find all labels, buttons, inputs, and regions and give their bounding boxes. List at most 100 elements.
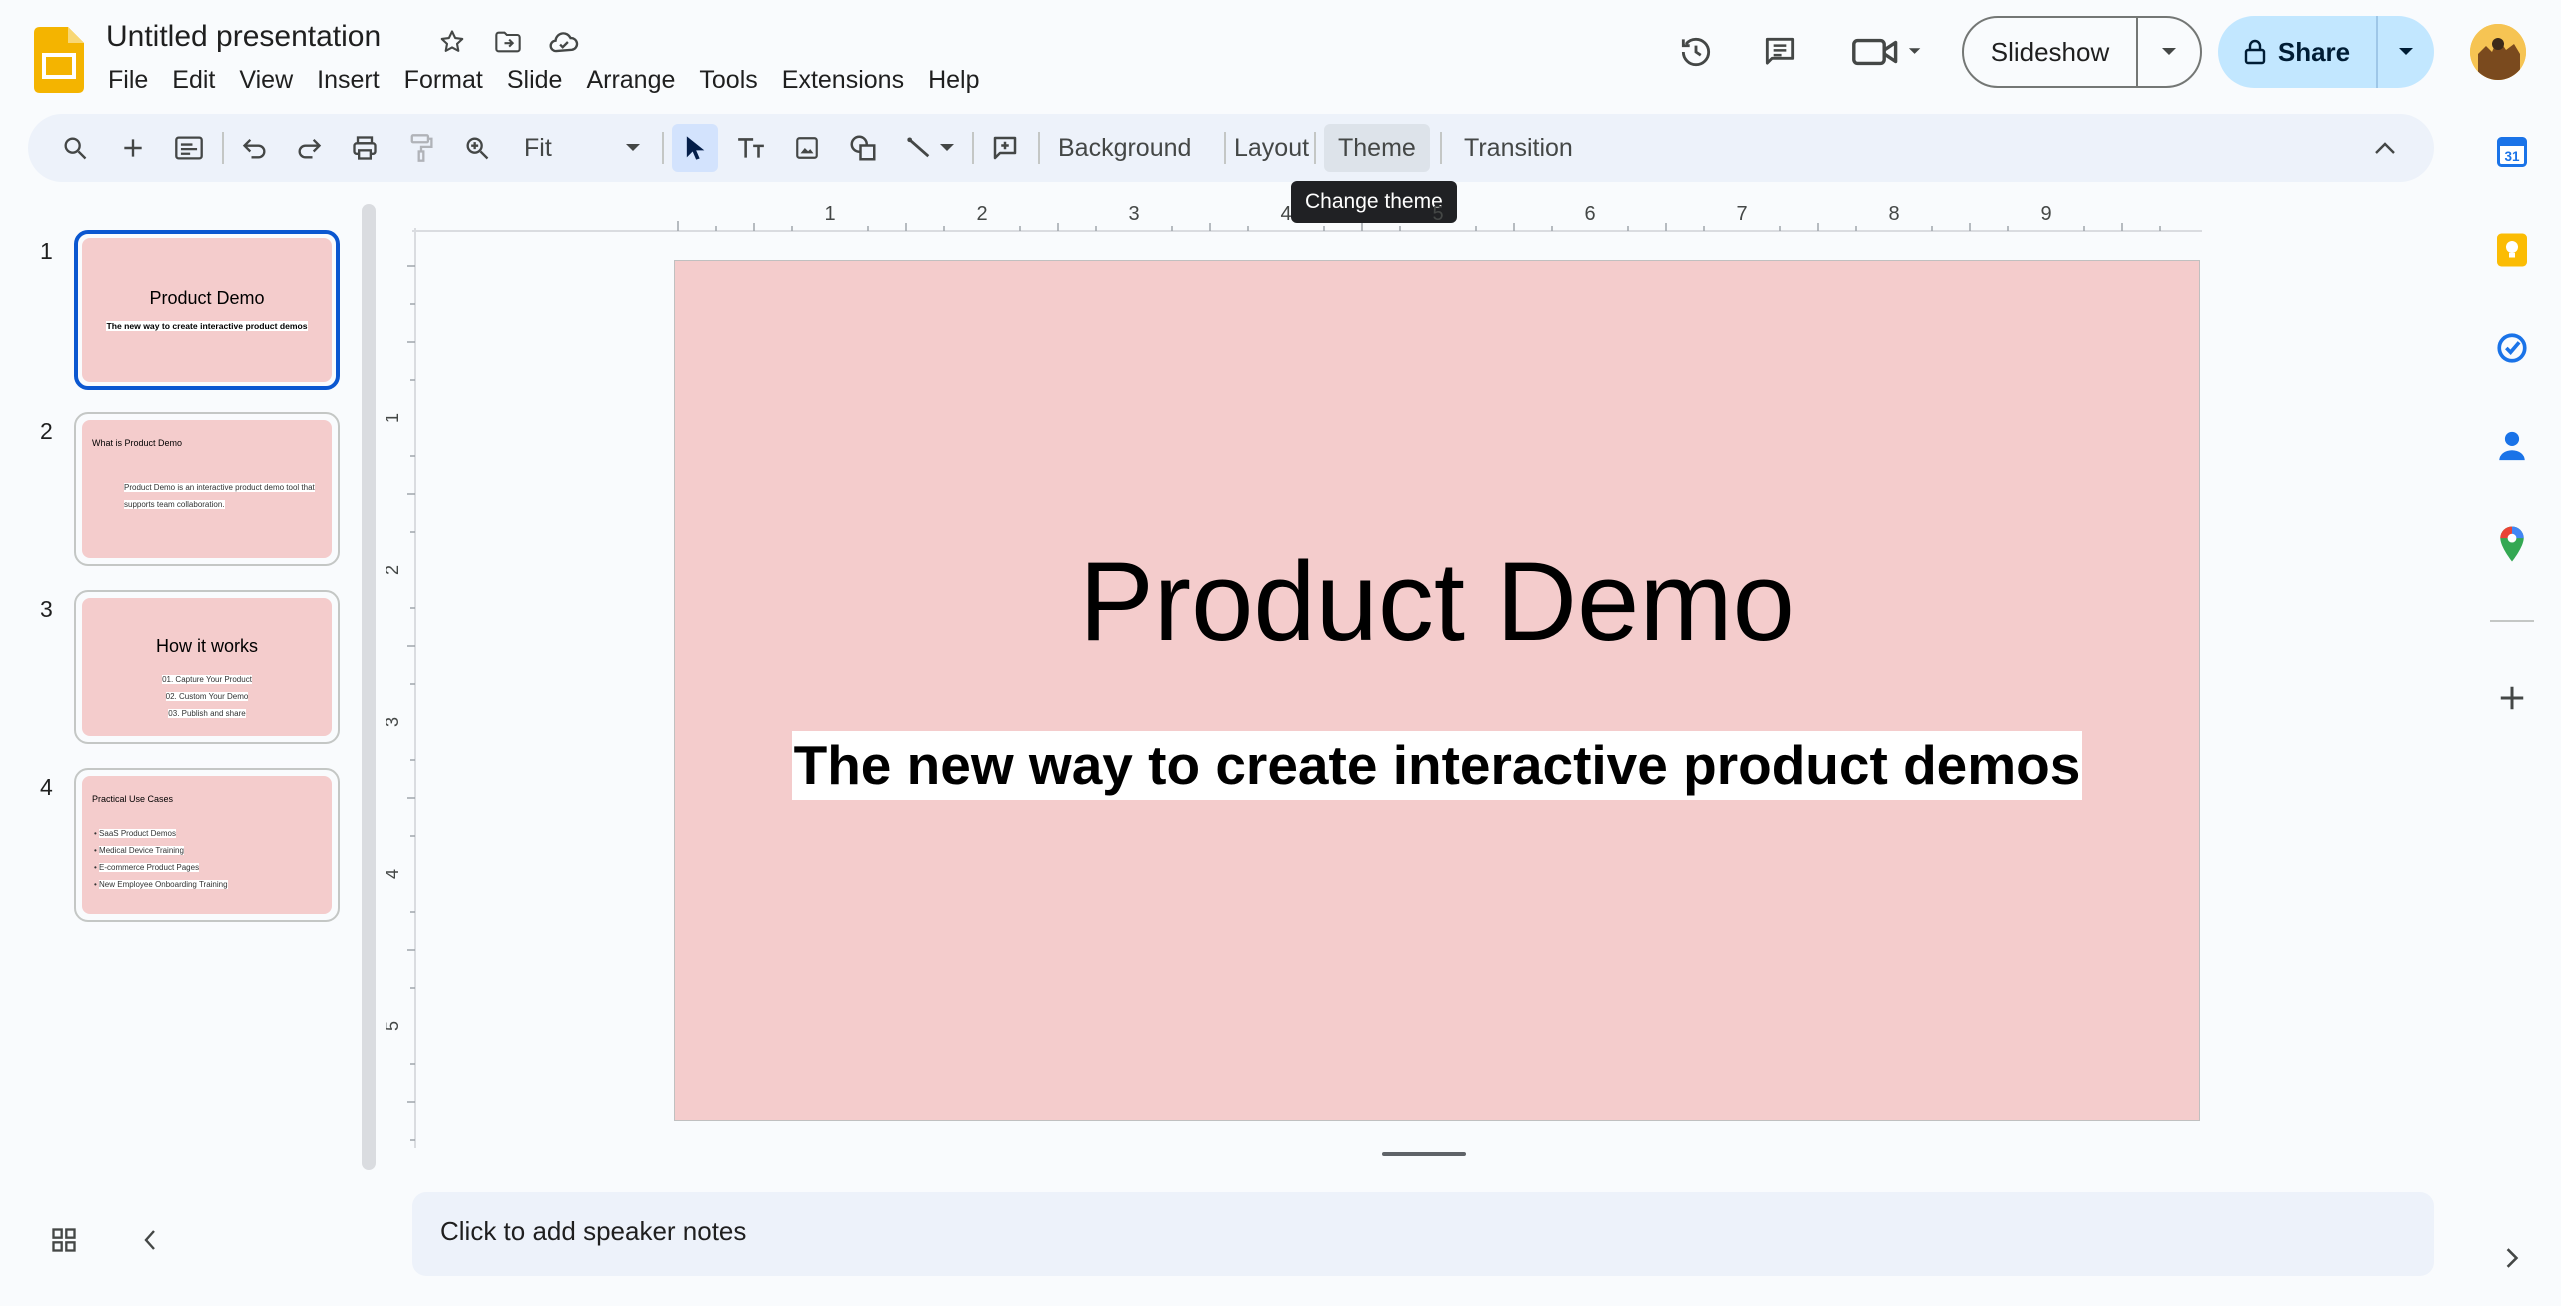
menu-help[interactable]: Help [916,62,991,102]
thumb-title: Practical Use Cases [92,794,174,804]
text-box-icon[interactable] [728,124,774,172]
thumb-list-item: 01. Capture Your Product [162,675,252,684]
menu-file[interactable]: File [96,62,160,102]
slide-thumbnail-2[interactable]: What is Product Demo Product Demo is an … [74,412,340,566]
ruler-label: 3 [386,717,402,727]
horizontal-ruler[interactable]: 1 2 3 4 5 6 7 8 9 [412,200,2202,232]
shape-icon[interactable] [840,124,886,172]
ruler-label: 1 [824,203,835,225]
star-icon[interactable] [434,24,470,60]
menu-view[interactable]: View [227,62,305,102]
thumb-list-item: New Employee Onboarding Training [99,880,228,889]
slide-thumbnail-4[interactable]: Practical Use Cases • SaaS Product Demos… [74,768,340,922]
slide-subtitle[interactable]: The new way to create interactive produc… [791,731,2083,800]
ruler-label: 5 [386,1021,402,1031]
thumb-list-item: SaaS Product Demos [99,829,176,838]
ruler-label: 7 [1736,203,1747,225]
slide-canvas[interactable]: Product Demo The new way to create inter… [674,260,2200,1121]
comments-icon[interactable] [1756,28,1804,76]
slide-number: 1 [40,238,53,264]
menu-format[interactable]: Format [392,62,495,102]
avatar[interactable] [2470,24,2526,80]
slide-number: 2 [40,418,53,444]
collapse-menus-icon[interactable] [2362,124,2408,172]
menu-insert[interactable]: Insert [305,62,392,102]
slide-title[interactable]: Product Demo [675,546,2199,658]
print-icon[interactable] [342,124,388,172]
slideshow-button[interactable]: Slideshow [1964,18,2138,86]
select-cursor-icon[interactable] [672,124,718,172]
zoom-dropdown-icon[interactable] [610,124,656,172]
slides-logo-icon[interactable] [34,27,84,93]
theme-button[interactable]: Theme [1324,124,1430,172]
version-history-icon[interactable] [1672,28,1720,76]
thumb-body-line: Product Demo is an interactive product d… [124,483,315,492]
svg-text:31: 31 [2504,149,2520,164]
insert-image-icon[interactable] [784,124,830,172]
share-button[interactable]: Share [2218,16,2378,88]
menu-tools[interactable]: Tools [687,62,769,102]
thumb-title: Product Demo [149,288,265,308]
speaker-notes[interactable]: Click to add speaker notes [412,1192,2434,1276]
thumb-subtitle: The new way to create interactive produc… [106,321,308,331]
thumb-title: What is Product Demo [92,438,183,448]
line-dropdown-icon[interactable] [932,124,962,172]
ruler-label: 2 [386,565,402,575]
ruler-label: 4 [1280,203,1291,225]
new-slide-icon[interactable] [110,124,156,172]
contacts-icon[interactable] [2490,424,2534,468]
slide-layout-icon[interactable] [166,124,212,172]
ruler-label: 3 [1128,203,1139,225]
undo-icon[interactable] [232,124,278,172]
calendar-icon[interactable]: 31 [2490,130,2534,174]
maps-icon[interactable] [2490,522,2534,566]
menu-arrange[interactable]: Arrange [574,62,687,102]
lock-icon [2244,39,2266,65]
slideshow-dropdown-icon[interactable] [2138,18,2200,86]
speaker-notes-placeholder: Click to add speaker notes [440,1216,747,1246]
thumb-title: How it works [155,636,258,656]
thumb-list-item: 02. Custom Your Demo [165,692,249,701]
slide-number: 4 [40,774,53,800]
slide-number: 3 [40,596,53,622]
ruler-label: 8 [1888,203,1899,225]
cloud-saved-icon[interactable] [546,24,582,60]
keep-icon[interactable] [2490,228,2534,272]
slide-thumbnail-3[interactable]: How it works 01. Capture Your Product 02… [74,590,340,744]
side-panel-divider [2490,620,2534,622]
thumb-list-item: 03. Publish and share [168,709,246,718]
notes-resize-handle[interactable] [1382,1152,1466,1156]
slideshow-button-group: Slideshow [1962,16,2202,88]
redo-icon[interactable] [286,124,332,172]
meet-camera-icon[interactable] [1848,28,1928,76]
menu-bar: File Edit View Insert Format Slide Arran… [96,62,992,102]
paint-format-icon[interactable] [398,124,444,172]
zoom-icon[interactable] [454,124,500,172]
background-button[interactable]: Background [1044,124,1205,172]
hide-filmstrip-icon[interactable] [132,1222,168,1258]
ruler-label: 6 [1584,203,1595,225]
document-title[interactable]: Untitled presentation [106,20,381,54]
add-comment-icon[interactable] [982,124,1028,172]
move-folder-icon[interactable] [490,24,526,60]
show-side-panel-icon[interactable] [2490,1236,2534,1280]
ruler-label: 2 [976,203,987,225]
thumb-list-item: E-commerce Product Pages [99,863,200,872]
share-label: Share [2277,36,2351,67]
ruler-label: 9 [2040,203,2051,225]
tasks-icon[interactable] [2490,326,2534,370]
search-menus-icon[interactable] [52,124,98,172]
share-dropdown-icon[interactable] [2378,16,2434,88]
ruler-label: 5 [1432,203,1443,225]
slide-thumbnail-1[interactable]: Product Demo The new way to create inter… [74,230,340,390]
grid-view-icon[interactable] [46,1222,82,1258]
layout-button[interactable]: Layout [1220,124,1323,172]
menu-edit[interactable]: Edit [160,62,227,102]
thumb-list-item: Medical Device Training [99,846,184,855]
menu-extensions[interactable]: Extensions [770,62,916,102]
get-addons-icon[interactable] [2490,676,2534,720]
menu-slide[interactable]: Slide [495,62,575,102]
transition-button[interactable]: Transition [1450,124,1587,172]
vertical-ruler[interactable]: 1 2 3 4 5 [386,228,416,1148]
filmstrip-scrollbar[interactable] [362,204,376,1170]
